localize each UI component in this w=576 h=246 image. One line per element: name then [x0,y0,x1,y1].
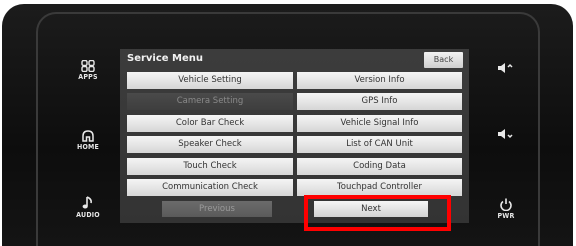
previous-button[interactable]: Previous [162,201,272,217]
power-button[interactable]: PWR [488,198,524,220]
touch-check-button[interactable]: Touch Check [127,158,293,175]
home-label: HOME [77,143,99,151]
communication-check-button[interactable]: Communication Check [127,179,293,196]
next-button-highlight [304,195,451,231]
apps-label: APPS [78,73,98,81]
screen-header: Service Menu Back [120,49,469,71]
gps-info-button[interactable]: GPS Info [297,93,462,110]
volume-down-icon [498,129,513,139]
list-of-can-unit-button[interactable]: List of CAN Unit [297,136,462,153]
audio-label: AUDIO [76,211,100,219]
apps-icon [81,60,95,72]
volume-down-button[interactable] [488,128,524,140]
home-button[interactable]: HOME [70,130,106,151]
touchpad-controller-button[interactable]: Touchpad Controller [297,179,462,196]
volume-up-icon [498,63,513,73]
apps-button[interactable]: APPS [70,60,106,81]
color-bar-check-button[interactable]: Color Bar Check [127,115,293,132]
camera-setting-button[interactable]: Camera Setting [127,93,293,110]
music-note-icon [82,196,92,209]
power-label: PWR [497,212,515,220]
speaker-check-button[interactable]: Speaker Check [127,136,293,153]
power-icon [500,198,512,211]
back-button[interactable]: Back [424,52,463,68]
vehicle-setting-button[interactable]: Vehicle Setting [127,72,293,89]
version-info-button[interactable]: Version Info [297,72,462,89]
vehicle-signal-info-button[interactable]: Vehicle Signal Info [297,115,462,132]
page-title: Service Menu [127,53,204,64]
volume-up-button[interactable] [488,62,524,74]
coding-data-button[interactable]: Coding Data [297,158,462,175]
audio-button[interactable]: AUDIO [70,196,106,219]
home-icon [82,130,94,142]
